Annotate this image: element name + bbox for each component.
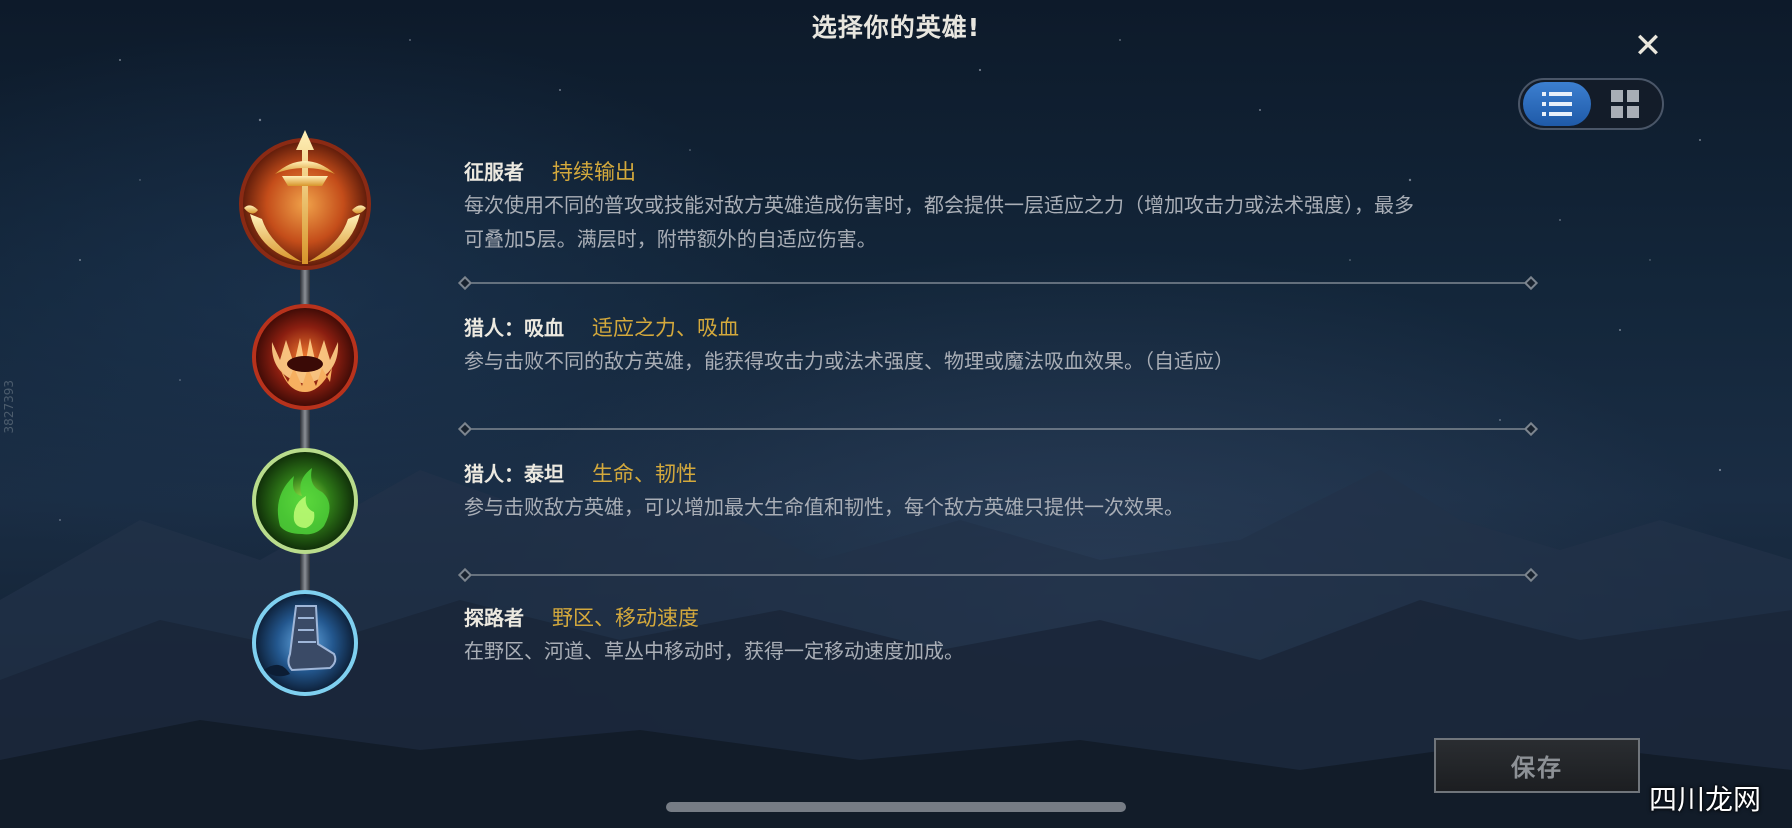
rune-description-line1: 每次使用不同的普攻或技能对敌方英雄造成伤害时，都会提供一层适应之力（增加攻击力或… bbox=[464, 193, 1414, 217]
rune-row-bloodsucker[interactable]: 猎人：吸血 适应之力、吸血 参与击败不同的敌方英雄，能获得攻击力或法术强度、物理… bbox=[464, 312, 1544, 378]
rune-name: 征服者 bbox=[464, 160, 524, 184]
rune-header: 探路者 野区、移动速度 bbox=[464, 602, 1544, 634]
titan-green-flame-icon[interactable] bbox=[250, 446, 360, 556]
rune-name: 猎人：吸血 bbox=[464, 316, 564, 340]
side-id-label: 3827393 bbox=[2, 380, 16, 434]
list-view-button[interactable] bbox=[1523, 82, 1591, 126]
rune-tag: 生命、韧性 bbox=[592, 462, 697, 486]
rune-row-conqueror[interactable]: 征服者 持续输出 每次使用不同的普攻或技能对敌方英雄造成伤害时，都会提供一层适应… bbox=[464, 156, 1544, 256]
bloodsucker-fangs-icon[interactable] bbox=[250, 302, 360, 412]
home-indicator-bar[interactable] bbox=[666, 802, 1126, 812]
view-toggle bbox=[1518, 78, 1664, 130]
pathfinder-boot-icon[interactable] bbox=[250, 588, 360, 698]
rune-tag: 适应之力、吸血 bbox=[592, 316, 739, 340]
save-button[interactable]: 保存 bbox=[1434, 738, 1640, 793]
divider bbox=[457, 567, 1539, 583]
rune-description: 在野区、河道、草丛中移动时，获得一定移动速度加成。 bbox=[464, 639, 964, 663]
rune-header: 征服者 持续输出 bbox=[464, 156, 1544, 188]
conqueror-icon[interactable] bbox=[230, 124, 380, 274]
rune-name: 猎人：泰坦 bbox=[464, 462, 564, 486]
grid-icon bbox=[1611, 90, 1639, 118]
grid-view-button[interactable] bbox=[1591, 82, 1659, 126]
rune-row-titan[interactable]: 猎人：泰坦 生命、韧性 参与击败敌方英雄，可以增加最大生命值和韧性，每个敌方英雄… bbox=[464, 458, 1544, 524]
rune-header: 猎人：吸血 适应之力、吸血 bbox=[464, 312, 1544, 344]
close-icon[interactable]: ✕ bbox=[1630, 28, 1666, 64]
rune-header: 猎人：泰坦 生命、韧性 bbox=[464, 458, 1544, 490]
list-icon bbox=[1542, 92, 1572, 116]
rune-name: 探路者 bbox=[464, 606, 524, 630]
rune-tag: 野区、移动速度 bbox=[552, 606, 699, 630]
page-title: 选择你的英雄! bbox=[811, 13, 981, 42]
watermark-logo: 四川龙网 bbox=[1648, 783, 1761, 816]
rune-tag: 持续输出 bbox=[552, 160, 636, 184]
rune-connector-line bbox=[300, 230, 310, 650]
rune-select-screen: 3827393 选择你的英雄! ✕ 征服者 持续输出 每次使用不同的普攻或技能对… bbox=[0, 0, 1792, 828]
divider bbox=[457, 275, 1539, 291]
divider bbox=[457, 421, 1539, 437]
rune-description-line2: 可叠加5层。满层时，附带额外的自适应伤害。 bbox=[464, 227, 877, 251]
rune-description: 参与击败不同的敌方英雄，能获得攻击力或法术强度、物理或魔法吸血效果。（自适应） bbox=[464, 349, 1234, 373]
rune-row-pathfinder[interactable]: 探路者 野区、移动速度 在野区、河道、草丛中移动时，获得一定移动速度加成。 bbox=[464, 602, 1544, 668]
rune-description: 参与击败敌方英雄，可以增加最大生命值和韧性，每个敌方英雄只提供一次效果。 bbox=[464, 495, 1184, 519]
